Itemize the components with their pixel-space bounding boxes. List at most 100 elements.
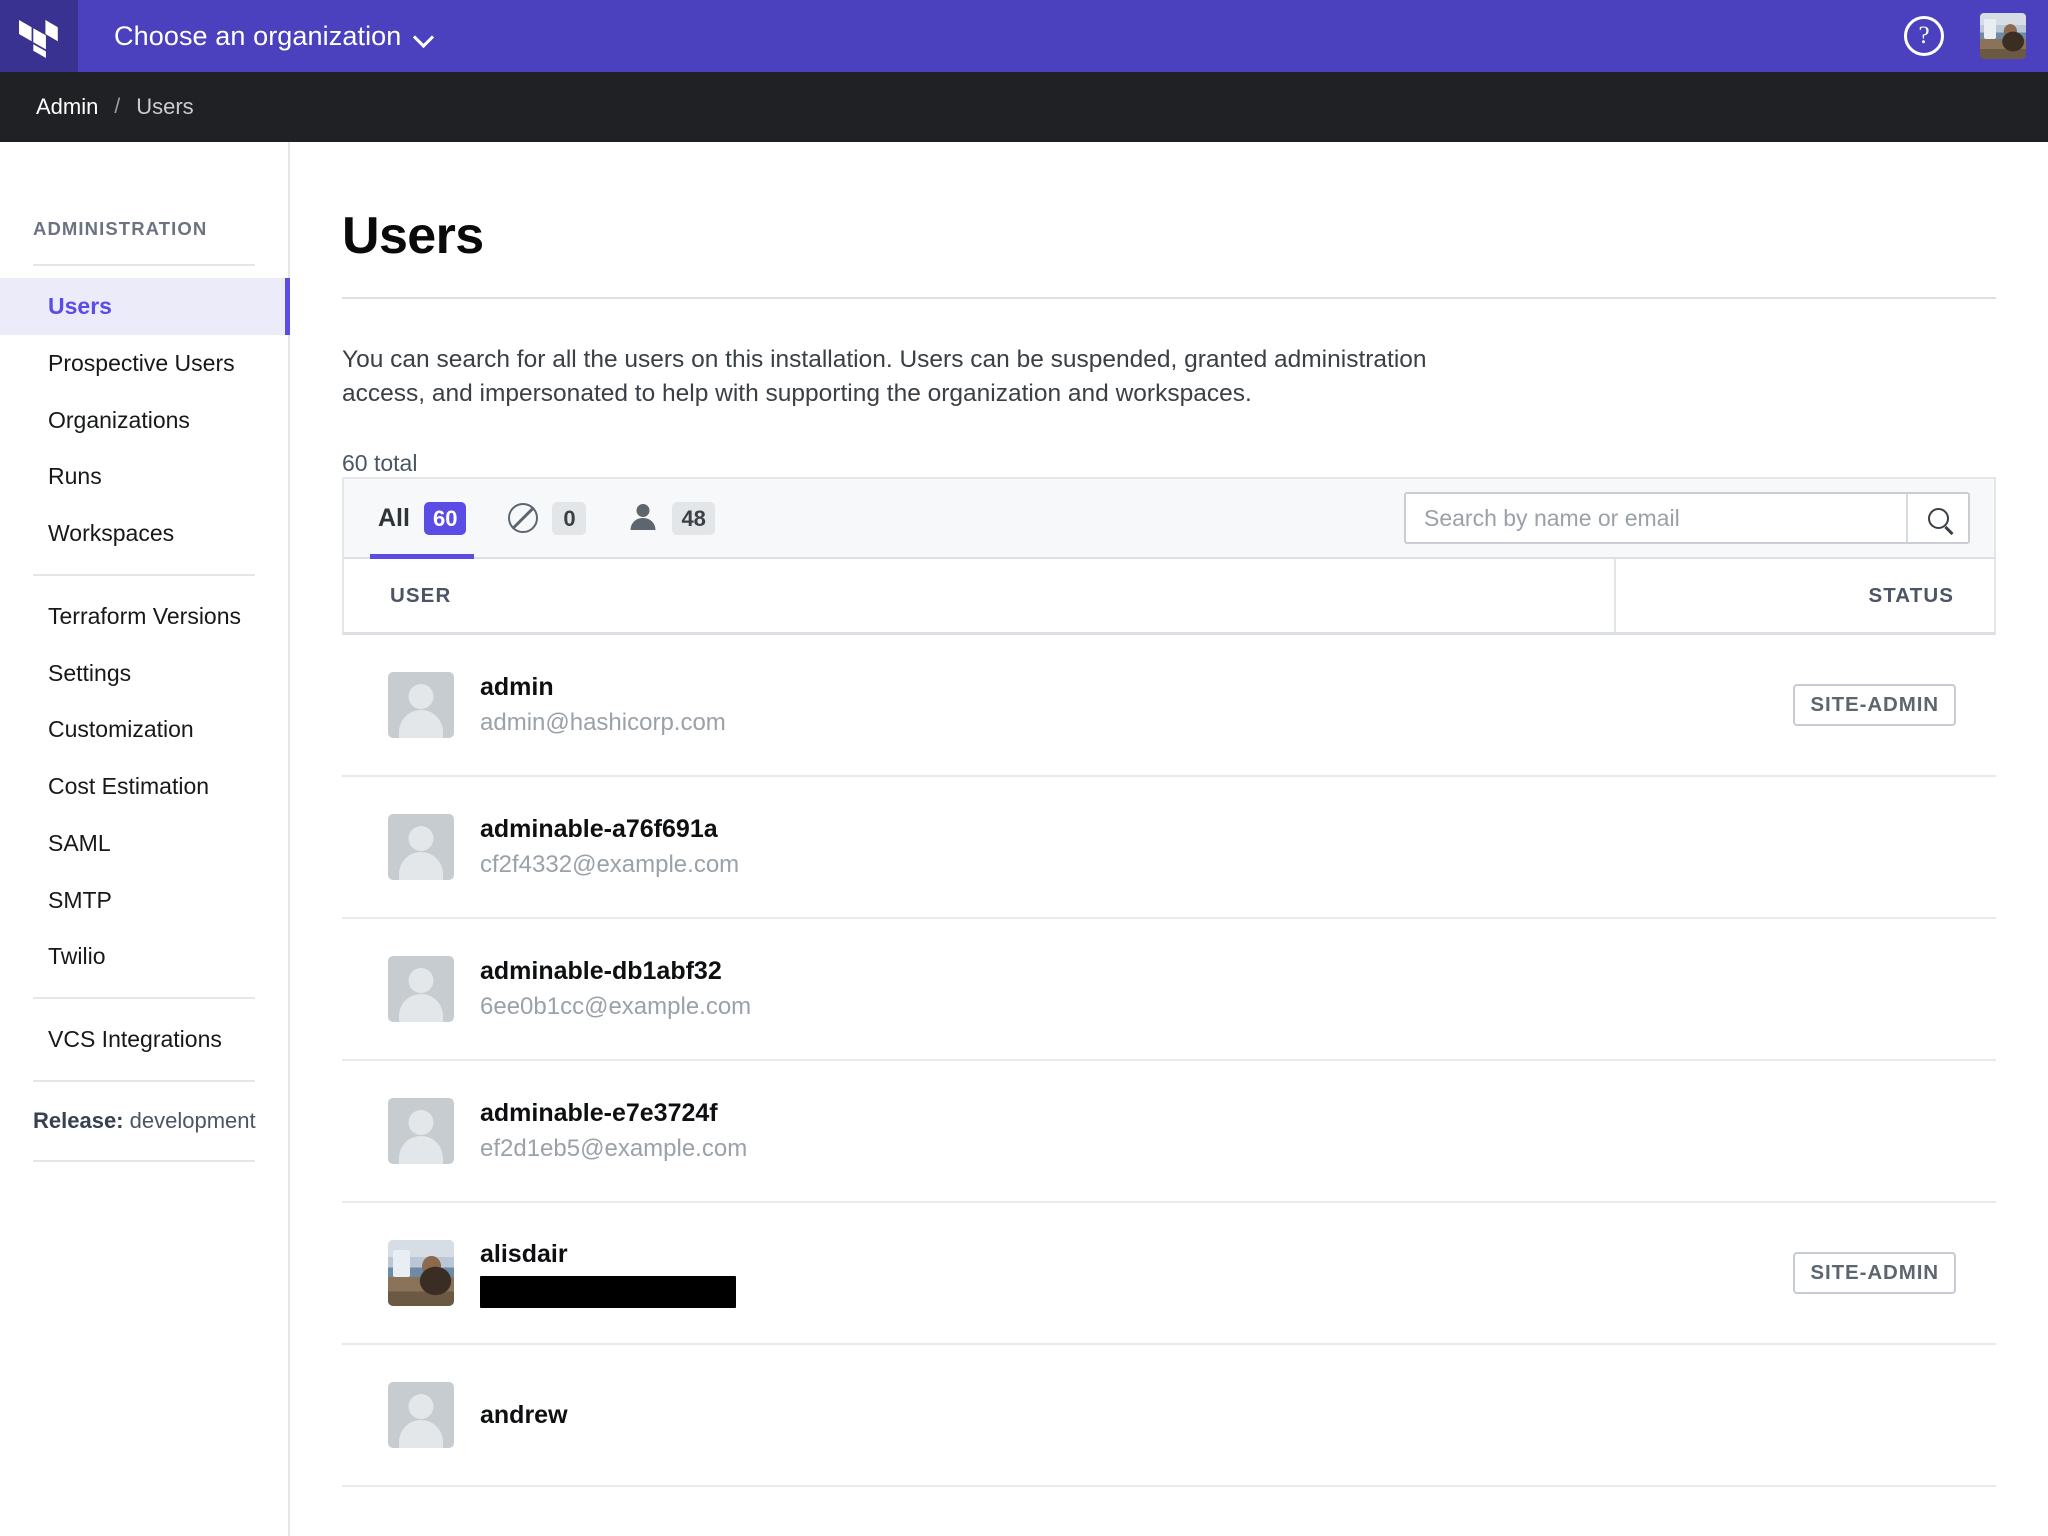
user-name: alisdair — [480, 1239, 568, 1268]
terraform-logo-icon[interactable] — [0, 0, 78, 72]
tab-all-count: 60 — [423, 501, 467, 536]
sidebar-item-runs[interactable]: Runs — [0, 448, 288, 505]
sidebar-divider — [33, 1159, 255, 1162]
organization-chooser[interactable]: Choose an organization — [114, 0, 433, 72]
tab-all[interactable]: All 60 — [369, 479, 475, 560]
avatar — [388, 1098, 454, 1165]
organization-chooser-label: Choose an organization — [114, 20, 402, 51]
release-label: Release: — [33, 1107, 124, 1133]
sidebar-item-organizations[interactable]: Organizations — [0, 392, 288, 449]
search-box — [1404, 492, 1970, 545]
sidebar-item-vcs-integrations[interactable]: VCS Integrations — [0, 1011, 288, 1068]
user-name: adminable-e7e3724f — [480, 1099, 718, 1128]
status-badge: SITE-ADMIN — [1793, 684, 1956, 727]
sidebar-group-integrations: VCS Integrations — [0, 999, 288, 1080]
sidebar-item-terraform-versions[interactable]: Terraform Versions — [0, 588, 288, 645]
filter-tabs: All 60 0 48 — [369, 479, 719, 560]
user-meta: adminable-e7e3724f ef2d1eb5@example.com — [480, 1098, 747, 1164]
column-header-status: STATUS — [1614, 559, 1994, 633]
table-row[interactable]: adminable-a76f691a cf2f4332@example.com — [342, 777, 1996, 920]
sidebar-group-primary: Users Prospective Users Organizations Ru… — [0, 266, 290, 574]
user-cell: adminable-a76f691a cf2f4332@example.com — [388, 814, 1576, 881]
sidebar-item-settings[interactable]: Settings — [0, 645, 288, 702]
chevron-down-icon — [415, 29, 433, 47]
user-name: andrew — [480, 1401, 568, 1430]
sidebar-group-settings: Terraform Versions Settings Customizatio… — [0, 576, 288, 997]
filter-bar: All 60 0 48 — [342, 477, 1996, 560]
user-name: admin — [480, 673, 554, 702]
total-count: 60 total — [342, 450, 418, 477]
table-header: USER STATUS — [342, 559, 1996, 636]
top-navigation-bar: Choose an organization ? — [0, 0, 2048, 72]
user-meta: adminable-a76f691a cf2f4332@example.com — [480, 814, 739, 880]
tab-active-users-count: 48 — [672, 501, 715, 536]
sidebar-item-twilio[interactable]: Twilio — [0, 928, 288, 985]
avatar-photo — [1980, 13, 2026, 59]
user-cell: andrew — [388, 1382, 1576, 1449]
search-input[interactable] — [1406, 494, 1906, 543]
sidebar-item-users[interactable]: Users — [0, 278, 290, 335]
avatar-photo — [388, 1240, 454, 1307]
user-name: adminable-a76f691a — [480, 815, 718, 844]
avatar — [388, 814, 454, 881]
person-icon — [628, 503, 658, 533]
user-cell: alisdair — [388, 1239, 1576, 1308]
avatar-placeholder-icon — [388, 956, 454, 1022]
page-title: Users — [342, 207, 484, 265]
avatar-placeholder-icon — [388, 672, 454, 738]
main-content: Users You can search for all the users o… — [290, 142, 2048, 1536]
sidebar-item-workspaces[interactable]: Workspaces — [0, 505, 288, 562]
table-row[interactable]: andrew — [342, 1345, 1996, 1488]
ban-circle-icon — [508, 503, 539, 534]
user-email: ef2d1eb5@example.com — [480, 1135, 748, 1163]
page-description: You can search for all the users on this… — [342, 346, 1427, 407]
sidebar-item-customization[interactable]: Customization — [0, 701, 288, 758]
avatar-placeholder-icon — [388, 1382, 454, 1448]
table-row[interactable]: admin admin@hashicorp.com SITE-ADMIN — [342, 635, 1996, 778]
avatar — [388, 1240, 454, 1307]
avatar[interactable] — [1980, 13, 2026, 59]
release-info: Release: development — [0, 1082, 288, 1160]
user-cell: admin admin@hashicorp.com — [388, 672, 1576, 739]
status-cell: SITE-ADMIN — [1576, 684, 1956, 727]
user-email: admin@hashicorp.com — [480, 709, 726, 737]
title-divider — [342, 297, 1996, 300]
user-cell: adminable-e7e3724f ef2d1eb5@example.com — [388, 1098, 1576, 1165]
user-email-redacted — [480, 1275, 736, 1308]
page-shell: ADMINISTRATION Users Prospective Users O… — [0, 142, 2048, 1536]
sidebar-item-smtp[interactable]: SMTP — [0, 872, 288, 929]
tab-active-users[interactable]: 48 — [624, 479, 718, 557]
table-row[interactable]: adminable-db1abf32 6ee0b1cc@example.com — [342, 919, 1996, 1062]
column-header-user: USER — [390, 583, 452, 607]
status-cell: SITE-ADMIN — [1576, 1252, 1956, 1295]
avatar-placeholder-icon — [388, 1098, 454, 1164]
user-email: cf2f4332@example.com — [480, 851, 740, 879]
avatar — [388, 1382, 454, 1449]
table-row[interactable]: alisdair SITE-ADMIN — [342, 1203, 1996, 1346]
tab-all-label: All — [378, 503, 410, 532]
table-row[interactable]: adminable-e7e3724f ef2d1eb5@example.com — [342, 1061, 1996, 1204]
topbar-actions: ? — [1904, 13, 2026, 59]
help-question-icon[interactable]: ? — [1904, 16, 1944, 56]
tab-suspended[interactable]: 0 — [504, 479, 590, 557]
status-badge: SITE-ADMIN — [1793, 1252, 1956, 1295]
sidebar: ADMINISTRATION Users Prospective Users O… — [0, 142, 290, 1536]
search-button[interactable] — [1906, 494, 1968, 543]
search-icon — [1927, 507, 1949, 529]
user-meta: adminable-db1abf32 6ee0b1cc@example.com — [480, 956, 751, 1022]
breadcrumb-admin[interactable]: Admin — [36, 94, 98, 120]
user-name: adminable-db1abf32 — [480, 957, 722, 986]
sidebar-heading: ADMINISTRATION — [33, 218, 208, 239]
sidebar-item-prospective-users[interactable]: Prospective Users — [0, 335, 288, 392]
breadcrumb: Admin / Users — [0, 72, 2048, 142]
avatar — [388, 672, 454, 739]
breadcrumb-separator: / — [114, 95, 121, 118]
sidebar-item-cost-estimation[interactable]: Cost Estimation — [0, 758, 288, 815]
breadcrumb-users: Users — [136, 94, 194, 119]
user-meta: admin admin@hashicorp.com — [480, 672, 726, 738]
avatar — [388, 956, 454, 1023]
user-cell: adminable-db1abf32 6ee0b1cc@example.com — [388, 956, 1576, 1023]
user-meta: alisdair — [480, 1239, 736, 1308]
sidebar-item-saml[interactable]: SAML — [0, 815, 288, 872]
tab-suspended-count: 0 — [552, 501, 587, 536]
